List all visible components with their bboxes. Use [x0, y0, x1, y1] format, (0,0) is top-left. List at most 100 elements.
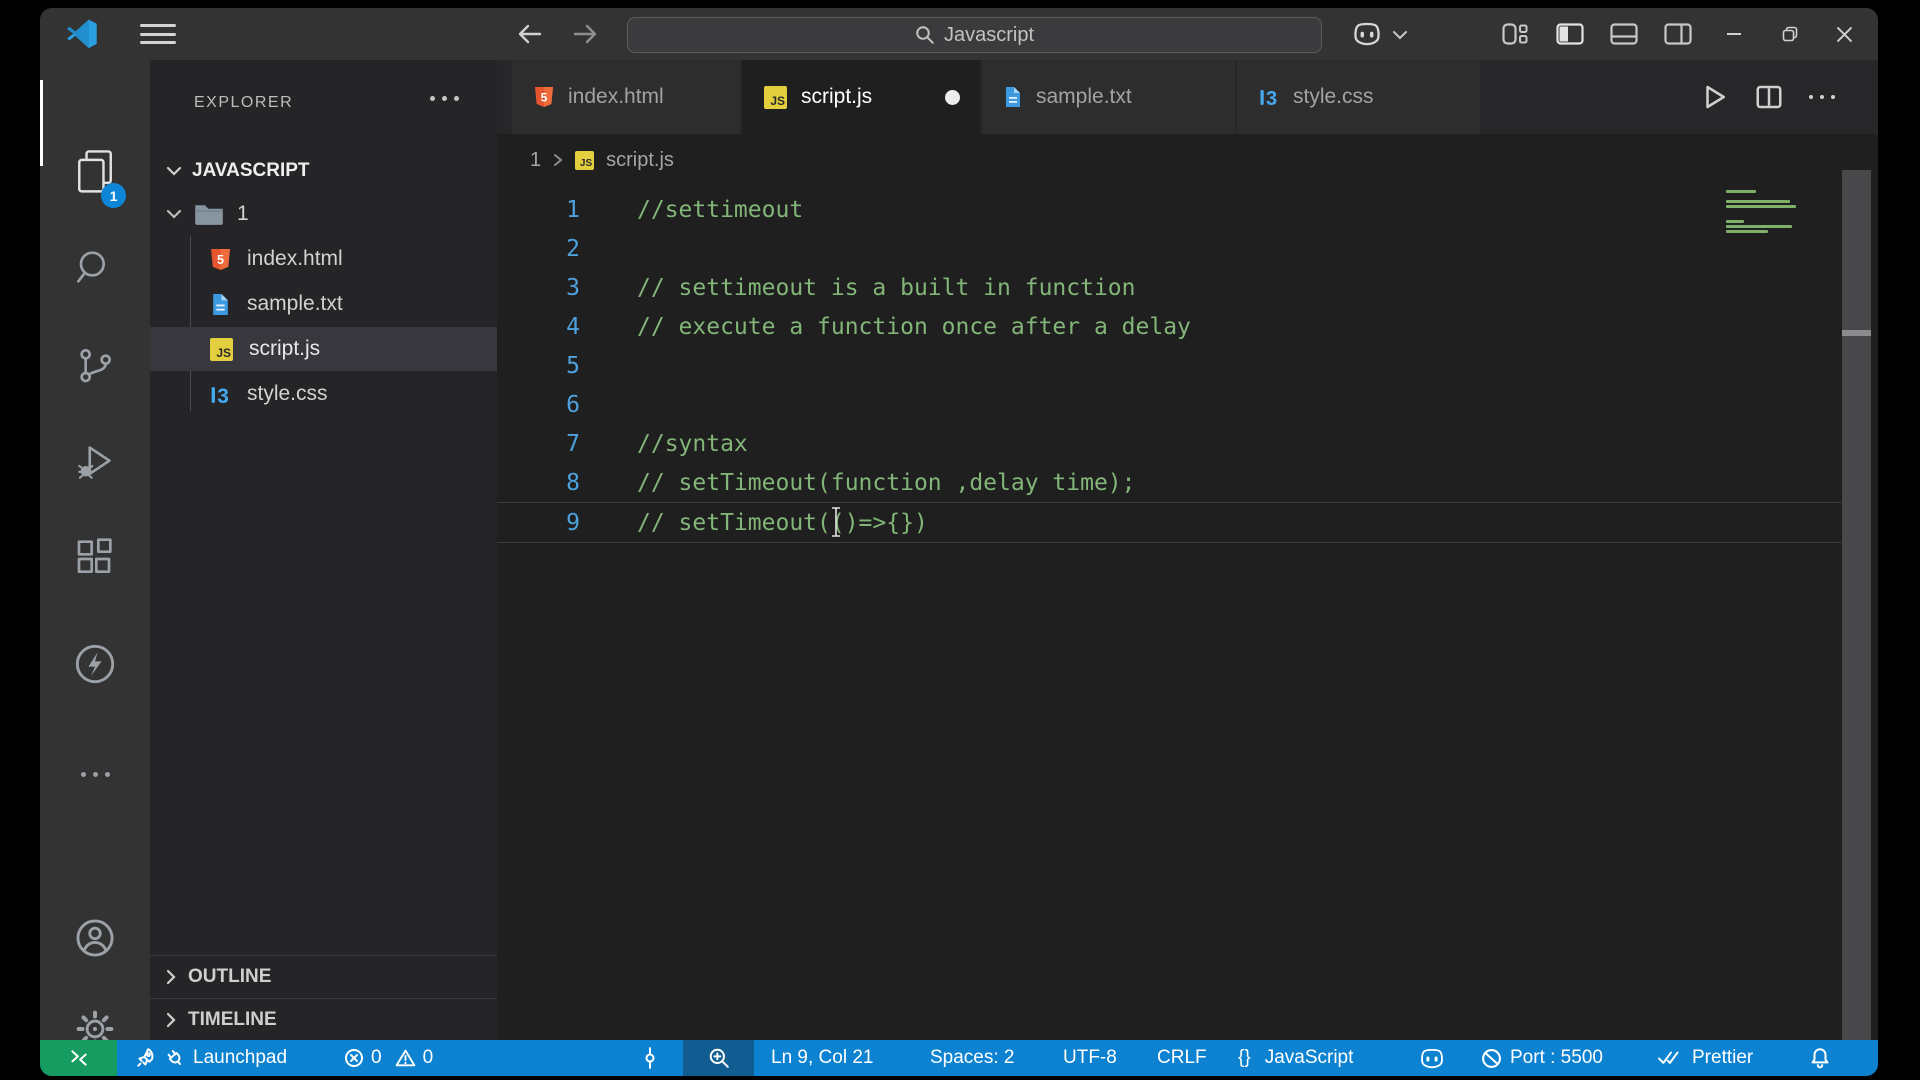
error-count: 0	[371, 1047, 382, 1069]
title-bar: Javascript	[40, 8, 1878, 60]
forward-arrow-icon[interactable]	[571, 20, 599, 48]
line-text: //settimeout	[637, 197, 803, 223]
outline-panel-header[interactable]: OUTLINE	[150, 955, 497, 997]
zoom-indicator[interactable]	[683, 1040, 754, 1076]
tab-index-html[interactable]: 5 index.html	[512, 60, 740, 134]
back-arrow-icon[interactable]	[516, 20, 544, 48]
code-line[interactable]: 3// settimeout is a built in function	[497, 268, 1842, 307]
run-file-icon[interactable]	[1700, 82, 1730, 112]
split-editor-icon[interactable]	[1754, 82, 1784, 112]
tab-style-css[interactable]: 3 style.css	[1237, 60, 1480, 134]
code-line[interactable]: 6	[497, 385, 1842, 424]
breadcrumb-file[interactable]: script.js	[606, 149, 674, 172]
accounts-icon[interactable]	[40, 906, 150, 970]
menu-icon[interactable]	[140, 24, 176, 44]
search-view-icon[interactable]	[40, 236, 150, 300]
thunder-client-icon[interactable]	[40, 632, 150, 696]
code-line[interactable]: 1 //settimeout	[497, 190, 1842, 229]
editor-more-actions-icon[interactable]	[1807, 82, 1837, 112]
spaces-label: Spaces: 2	[930, 1047, 1015, 1069]
warning-icon	[395, 1048, 416, 1068]
close-button[interactable]	[1832, 22, 1856, 46]
line-text: //syntax	[637, 431, 748, 457]
tree-file-style-css[interactable]: 3 style.css	[150, 372, 497, 416]
extensions-icon[interactable]	[40, 525, 150, 589]
remote-indicator[interactable]	[40, 1040, 117, 1076]
html-file-icon: 5	[534, 86, 554, 108]
customize-layout-icon[interactable]	[1502, 22, 1528, 46]
problems-item[interactable]: 0 0	[344, 1040, 433, 1076]
folder-open-icon	[194, 203, 224, 226]
brackets-icon: {}	[1238, 1047, 1251, 1069]
line-number: 3	[497, 275, 580, 301]
html-file-icon: 5	[210, 248, 231, 271]
encoding-label: UTF-8	[1063, 1047, 1117, 1069]
code-line[interactable]: 2	[497, 229, 1842, 268]
port-forward-item[interactable]	[640, 1040, 660, 1076]
workspace-name: JAVASCRIPT	[192, 160, 310, 182]
chevron-down-icon[interactable]	[1392, 30, 1408, 40]
vscode-window: Javascript 1 EXPLORER JAVASCRIPT	[40, 8, 1878, 1076]
tab-label: style.css	[1293, 85, 1374, 109]
code-line[interactable]: 7 //syntax	[497, 424, 1842, 463]
breadcrumb-folder[interactable]: 1	[530, 149, 541, 172]
minimize-button[interactable]	[1722, 22, 1746, 46]
error-icon	[344, 1048, 364, 1068]
encoding-item[interactable]: UTF-8	[1063, 1040, 1117, 1076]
cursor-position-item[interactable]: Ln 9, Col 21	[771, 1040, 873, 1076]
copilot-icon[interactable]	[1352, 22, 1382, 46]
line-number: 7	[497, 431, 580, 457]
file-name: script.js	[249, 337, 320, 361]
tree-file-script-js[interactable]: JS script.js	[150, 327, 497, 371]
source-control-icon[interactable]	[40, 333, 150, 397]
commit-port-icon	[640, 1047, 660, 1069]
notifications-item[interactable]	[1810, 1040, 1830, 1076]
command-center-search[interactable]: Javascript	[627, 17, 1322, 53]
tab-bar: 5 index.html JS script.js sample.txt 3 s…	[497, 60, 1878, 134]
workspace-section-header[interactable]: JAVASCRIPT	[150, 156, 497, 186]
tree-folder-row[interactable]: 1	[150, 192, 497, 236]
timeline-label: TIMELINE	[188, 1009, 277, 1031]
line-col-label: Ln 9, Col 21	[771, 1047, 873, 1069]
zoom-in-icon	[708, 1047, 730, 1069]
toggle-primary-sidebar-icon[interactable]	[1556, 22, 1584, 46]
chevron-down-icon	[166, 209, 182, 219]
language-mode-item[interactable]: {} JavaScript	[1238, 1040, 1353, 1076]
toggle-panel-icon[interactable]	[1610, 22, 1638, 46]
code-editor[interactable]: 1 //settimeout 2 3// settimeout is a buil…	[497, 186, 1842, 1040]
minimap[interactable]	[1726, 190, 1800, 235]
indentation-item[interactable]: Spaces: 2	[930, 1040, 1015, 1076]
tree-file-sample-txt[interactable]: sample.txt	[150, 282, 497, 326]
folder-name: 1	[237, 202, 249, 226]
tab-script-js[interactable]: JS script.js	[742, 60, 980, 134]
code-line-current[interactable]: 9// setTimeout(()=>{})	[497, 502, 1842, 543]
restore-button[interactable]	[1778, 22, 1802, 46]
text-file-icon	[1004, 86, 1022, 108]
plug-icon	[161, 1044, 189, 1072]
tab-sample-txt[interactable]: sample.txt	[982, 60, 1235, 134]
eol-item[interactable]: CRLF	[1157, 1040, 1207, 1076]
vscode-logo-icon	[66, 18, 98, 50]
tree-file-index-html[interactable]: 5 index.html	[150, 237, 497, 281]
code-line[interactable]: 8// setTimeout(function ,delay time);	[497, 463, 1842, 502]
live-server-port-item[interactable]: Port : 5500	[1481, 1040, 1603, 1076]
code-line[interactable]: 5	[497, 346, 1842, 385]
more-views-icon[interactable]	[40, 742, 150, 806]
line-number: 9	[497, 510, 580, 536]
unsaved-dot-icon[interactable]	[945, 90, 960, 105]
copilot-status-item[interactable]	[1419, 1040, 1445, 1076]
launchpad-item[interactable]: Launchpad	[135, 1040, 287, 1076]
css-file-icon: 3	[1259, 86, 1279, 108]
prettier-item[interactable]: Prettier	[1658, 1040, 1753, 1076]
eol-label: CRLF	[1157, 1047, 1207, 1069]
timeline-panel-header[interactable]: TIMELINE	[150, 998, 497, 1040]
run-debug-icon[interactable]	[40, 430, 150, 494]
explorer-actions-icon[interactable]	[430, 96, 459, 101]
toggle-secondary-sidebar-icon[interactable]	[1664, 22, 1692, 46]
js-file-icon: JS	[575, 151, 594, 170]
line-number: 1	[497, 197, 580, 223]
code-line[interactable]: 4// execute a function once after a dela…	[497, 307, 1842, 346]
search-icon	[915, 25, 935, 45]
editor-scrollbar[interactable]	[1842, 170, 1871, 1040]
explorer-view-icon[interactable]: 1	[40, 140, 150, 204]
